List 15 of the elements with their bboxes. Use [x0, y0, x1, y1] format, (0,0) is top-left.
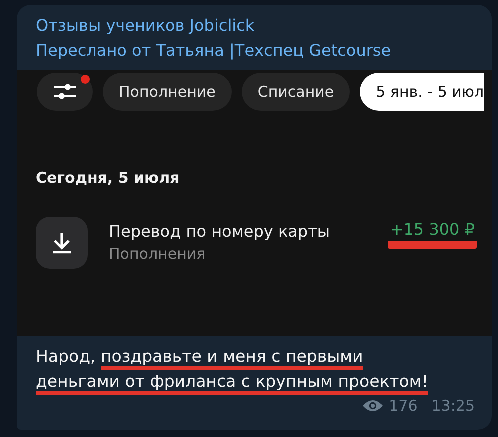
filter-chip[interactable]: Списание	[242, 73, 350, 111]
filter-button[interactable]	[37, 73, 93, 111]
date-heading: Сегодня, 5 июля	[35, 168, 181, 187]
filter-chip[interactable]: Пополнение	[103, 73, 232, 111]
download-icon	[36, 217, 88, 269]
forwarded-from[interactable]: Переслано от Татьяна |Техспец Getcourse	[36, 40, 472, 62]
view-count: 176	[389, 397, 418, 415]
eye-icon	[362, 399, 384, 413]
message-time: 13:25	[432, 397, 475, 415]
transaction-title: Перевод по номеру карты	[109, 221, 332, 243]
channel-title[interactable]: Отзывы учеников Jobiclick	[36, 15, 472, 37]
filter-chip[interactable]: 5 янв. - 5 июл	[360, 73, 484, 111]
transaction-category: Пополнения	[109, 244, 207, 265]
sliders-icon	[54, 83, 76, 101]
transaction-amount: +15 300 ₽	[388, 220, 477, 249]
